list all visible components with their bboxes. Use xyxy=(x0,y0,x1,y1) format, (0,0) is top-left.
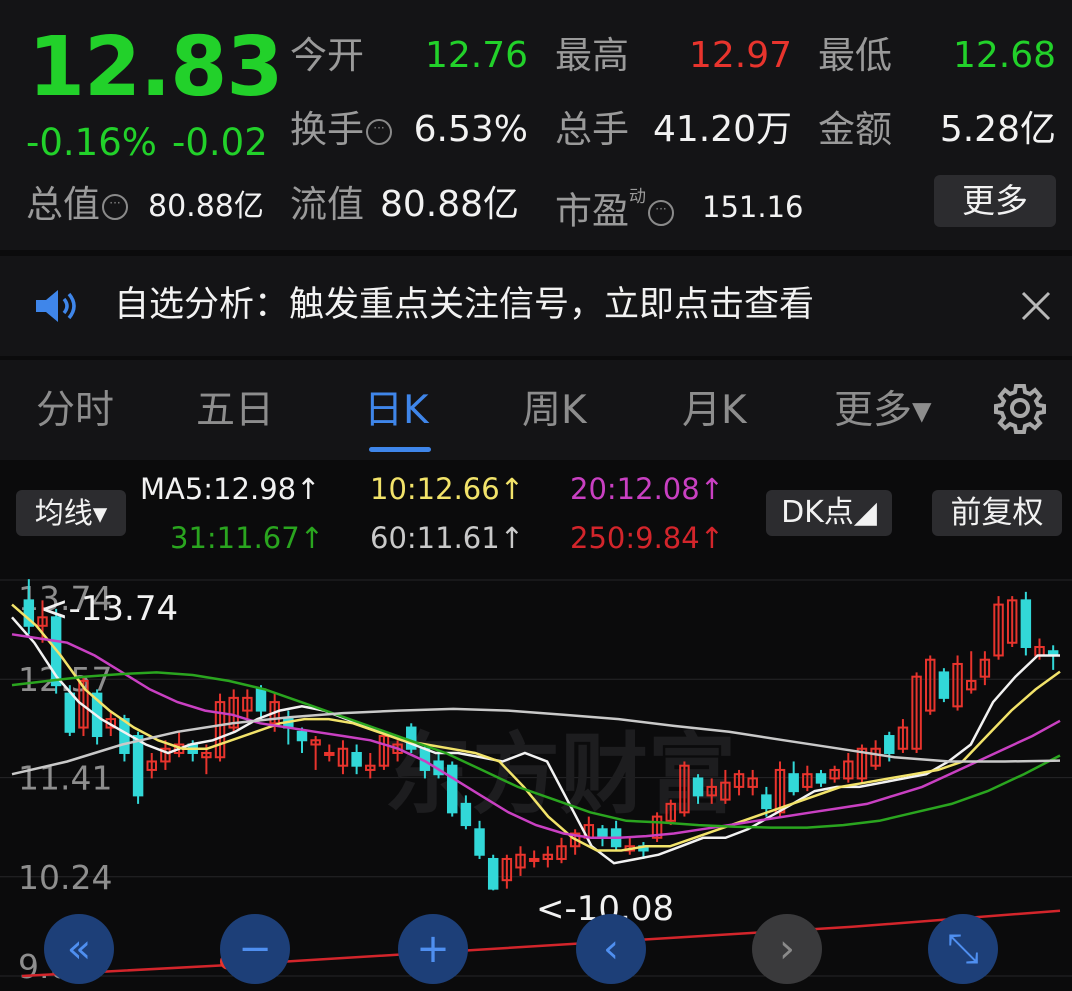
mktcap-label: 总值 ··· xyxy=(26,182,128,228)
dk-point-button[interactable]: DK点◢ xyxy=(766,490,892,536)
amount-label: 金额 xyxy=(818,108,892,151)
float-label: 流值 xyxy=(290,183,364,226)
info-icon[interactable]: ··· xyxy=(102,193,128,220)
y-tick-label: 11.41 xyxy=(18,759,112,798)
amount-value: 5.28亿 xyxy=(939,109,1056,150)
change-percent: -0.16% xyxy=(26,121,157,164)
candle-body xyxy=(597,828,608,839)
high-label: 最高 xyxy=(555,34,629,77)
open-label: 今开 xyxy=(290,34,364,77)
candle-body xyxy=(761,794,772,810)
more-button[interactable]: 更多 xyxy=(934,175,1056,227)
next-button[interactable]: › xyxy=(752,914,822,984)
pe-sup: 动 xyxy=(629,187,646,207)
info-icon[interactable]: ··· xyxy=(648,199,674,226)
candle-body xyxy=(132,735,144,797)
candle-body xyxy=(788,773,799,793)
candle-body xyxy=(296,730,308,742)
notice-text[interactable]: 自选分析：触发重点关注信号，立即点击查看 xyxy=(114,282,814,328)
turnover-value: 6.53% xyxy=(413,109,528,150)
ma-selector[interactable]: 均线▾ xyxy=(16,490,126,536)
candle-body xyxy=(528,857,540,862)
fullscreen-button[interactable]: ⤡ xyxy=(928,914,998,984)
candle-body xyxy=(446,764,458,814)
candle-body xyxy=(351,751,362,767)
candle-body xyxy=(324,751,335,756)
tab-weekly-k[interactable]: 周K xyxy=(522,385,587,437)
volume-value: 41.20万 xyxy=(652,109,792,150)
candle-body xyxy=(692,777,704,797)
ma10-value: 10:12.66↑ xyxy=(370,472,524,506)
tab-daily-k[interactable]: 日K xyxy=(364,385,429,437)
y-tick-label: 10.24 xyxy=(18,858,112,897)
scroll-left-fast-button[interactable]: « xyxy=(44,914,114,984)
adjust-button[interactable]: 前复权 xyxy=(932,490,1062,536)
float-value: 80.88亿 xyxy=(380,184,520,225)
turnover-label-text: 换手 xyxy=(290,108,364,151)
pe-label: 市盈动··· xyxy=(555,182,674,234)
open-value: 12.76 xyxy=(424,35,528,76)
volume-label: 总手 xyxy=(555,108,629,151)
ma60-value: 60:11.61↑ xyxy=(370,521,524,555)
tab-more[interactable]: 更多▾ xyxy=(834,385,932,437)
pe-value: 151.16 xyxy=(702,190,804,224)
ma5-value: MA5:12.98↑ xyxy=(140,472,321,506)
active-tab-indicator xyxy=(369,447,431,452)
candle-body xyxy=(487,857,499,890)
k-line-chart[interactable]: 东方财富13.7412.5711.4110.249.07<-13.74<-10.… xyxy=(0,560,1072,991)
candle-body xyxy=(815,773,827,784)
high-value: 12.97 xyxy=(688,35,792,76)
pe-label-text: 市盈 xyxy=(555,189,629,233)
tab-monthly-k[interactable]: 月K xyxy=(682,385,747,437)
candle-body xyxy=(938,671,950,699)
low-label: 最低 xyxy=(818,34,892,77)
tab-five-day[interactable]: 五日 xyxy=(196,385,274,437)
speaker-icon xyxy=(36,290,76,322)
max-price-label: <-13.74 xyxy=(40,589,178,629)
candle-body xyxy=(884,735,895,754)
low-value: 12.68 xyxy=(952,35,1056,76)
ma20-value: 20:12.08↑ xyxy=(570,472,724,506)
mktcap-value: 80.88亿 xyxy=(148,189,264,224)
candle-body xyxy=(460,802,472,827)
tab-intraday[interactable]: 分时 xyxy=(36,385,114,437)
close-icon[interactable] xyxy=(1020,290,1052,322)
ma250-value: 250:9.84↑ xyxy=(570,521,724,555)
candle-body xyxy=(474,828,485,856)
candle-body xyxy=(1020,599,1032,648)
zoom-in-button[interactable]: + xyxy=(398,914,468,984)
mktcap-label-text: 总值 xyxy=(26,183,100,226)
change-amount: -0.02 xyxy=(172,121,268,164)
zoom-out-button[interactable]: − xyxy=(220,914,290,984)
gear-icon[interactable] xyxy=(994,382,1046,434)
info-icon[interactable]: ··· xyxy=(366,118,392,145)
last-price: 12.83 xyxy=(28,20,283,115)
prev-button[interactable]: ‹ xyxy=(576,914,646,984)
candle-body xyxy=(64,692,76,733)
turnover-label: 换手 ··· xyxy=(290,107,392,153)
candle-body xyxy=(255,688,267,712)
ma31-value: 31:11.67↑ xyxy=(170,521,324,555)
